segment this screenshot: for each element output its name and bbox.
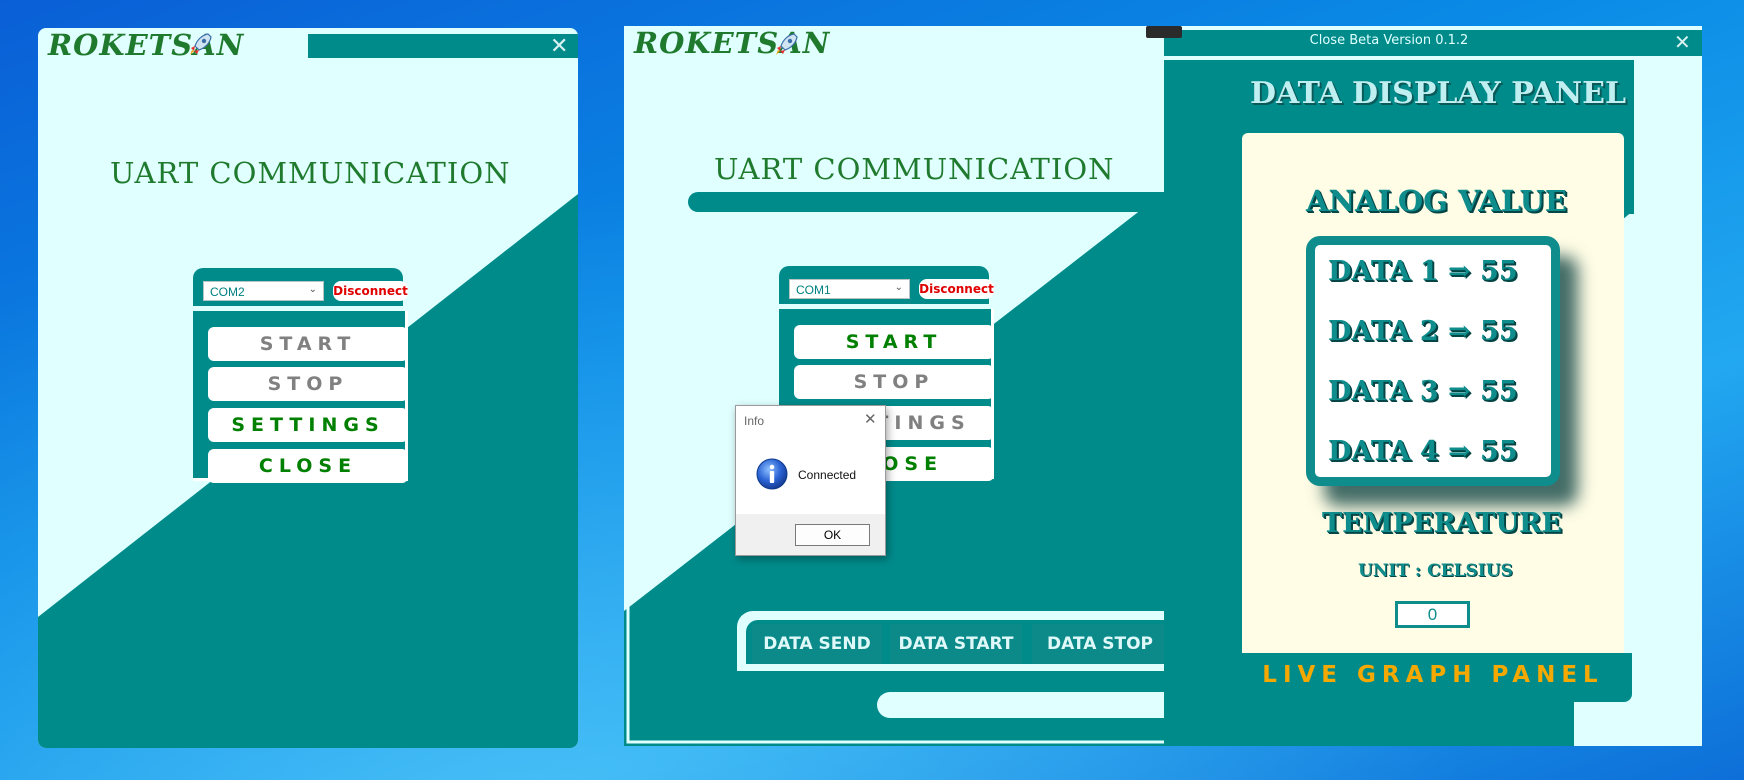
- version-label: Close Beta Version 0.1.2: [1309, 33, 1469, 48]
- data-3-value: DATA 3 ⇒ 55: [1328, 376, 1518, 407]
- left-app-window: ROKETSAN ✕ UART COMMUNICATION COM2 ⌄ Dis…: [38, 28, 578, 748]
- title-underline-bar: [688, 192, 1168, 212]
- data-send-button[interactable]: DATA SEND: [752, 624, 882, 664]
- port-select-value: COM2: [210, 285, 245, 299]
- data-4-value: DATA 4 ⇒ 55: [1328, 436, 1518, 467]
- close-window-button[interactable]: ✕: [1674, 32, 1691, 54]
- dialog-title: Info: [744, 414, 765, 428]
- close-window-button[interactable]: ✕: [550, 35, 568, 57]
- data-stop-button[interactable]: DATA STOP: [1032, 624, 1168, 664]
- info-icon: [756, 458, 788, 490]
- rocket-icon: [776, 33, 798, 55]
- drag-handle[interactable]: [1146, 26, 1182, 38]
- port-select[interactable]: COM1 ⌄: [789, 279, 910, 299]
- temperature-value: 0: [1395, 601, 1470, 628]
- chevron-down-icon: ⌄: [308, 284, 317, 295]
- dialog-close-button[interactable]: ✕: [864, 410, 877, 428]
- info-dialog: Info ✕ Connected OK: [735, 405, 886, 556]
- app-logo: ROKETSAN: [48, 28, 245, 62]
- data-display-panel-title: DATA DISPLAY PANEL: [1250, 76, 1627, 111]
- live-graph-panel-button[interactable]: LIVE GRAPH PANEL: [1234, 662, 1632, 688]
- temperature-title: TEMPERATURE: [1322, 508, 1563, 539]
- analog-value-title: ANALOG VALUE: [1306, 184, 1567, 218]
- disconnect-button[interactable]: Disconnect: [333, 281, 408, 301]
- start-button[interactable]: START: [208, 327, 408, 361]
- uart-title: UART COMMUNICATION: [110, 156, 511, 190]
- dialog-message: Connected: [798, 468, 857, 482]
- uart-title: UART COMMUNICATION: [714, 152, 1115, 186]
- start-button[interactable]: START: [794, 325, 994, 359]
- stop-button[interactable]: STOP: [794, 365, 994, 399]
- stop-button[interactable]: STOP: [208, 367, 408, 401]
- close-button[interactable]: CLOSE: [208, 449, 408, 483]
- bottom-bar: [877, 692, 1167, 718]
- disconnect-button[interactable]: Disconnect: [919, 279, 994, 299]
- data-1-value: DATA 1 ⇒ 55: [1328, 256, 1518, 287]
- port-select[interactable]: COM2 ⌄: [203, 281, 324, 301]
- title-bar[interactable]: [308, 34, 578, 58]
- settings-button[interactable]: SETTINGS: [208, 408, 408, 442]
- right-app-window: ROKETSAN UART COMMUNICATION COM1 ⌄ Disco…: [624, 26, 1702, 746]
- unit-label: UNIT : CELSIUS: [1358, 561, 1513, 581]
- chevron-down-icon: ⌄: [894, 282, 903, 293]
- data-start-button[interactable]: DATA START: [890, 624, 1022, 664]
- rocket-icon: [190, 33, 212, 55]
- ok-button[interactable]: OK: [795, 524, 870, 546]
- data-2-value: DATA 2 ⇒ 55: [1328, 316, 1518, 347]
- port-select-value: COM1: [796, 283, 831, 297]
- app-logo: ROKETSAN: [634, 26, 831, 60]
